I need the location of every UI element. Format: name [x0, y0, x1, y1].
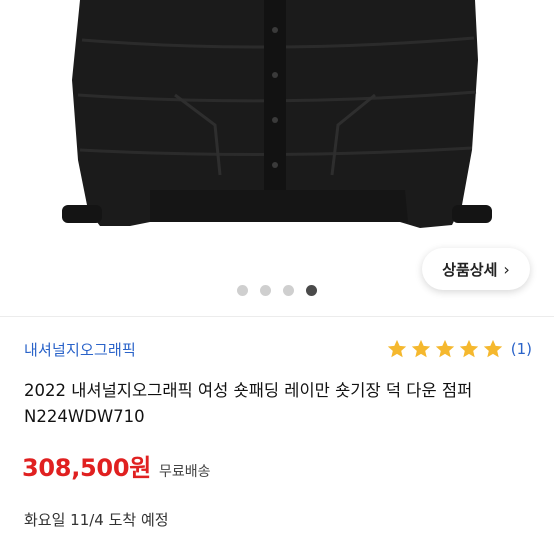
star-icon — [483, 339, 502, 358]
rating[interactable]: (1) — [386, 338, 532, 360]
brand-link[interactable]: 내셔널지오그래픽 — [24, 339, 136, 360]
rating-count[interactable]: (1) — [511, 340, 532, 358]
product-price: 308,500원 — [22, 454, 151, 482]
delivery-estimate: 화요일 11/4 도착 예정 — [24, 511, 169, 529]
section-divider — [0, 316, 554, 317]
star-icon — [387, 339, 406, 358]
carousel-dot[interactable] — [260, 285, 271, 296]
price-row: 308,500원 무료배송 — [22, 448, 211, 483]
carousel-dot[interactable] — [237, 285, 248, 296]
product-title: 2022 내셔널지오그래픽 여성 숏패딩 레이만 숏기장 덕 다운 점퍼 N22… — [24, 381, 473, 426]
product-detail-button[interactable]: 상품상세 › — [422, 248, 530, 290]
star-icon — [435, 339, 454, 358]
carousel-dot-active[interactable] — [306, 285, 317, 296]
carousel-indicator — [0, 285, 554, 296]
shipping-info: 무료배송 — [159, 464, 211, 480]
star-icon — [459, 339, 478, 358]
star-icon — [411, 339, 430, 358]
carousel-dot[interactable] — [283, 285, 294, 296]
product-detail-label: 상품상세 — [442, 260, 498, 279]
chevron-right-icon: › — [503, 259, 510, 279]
